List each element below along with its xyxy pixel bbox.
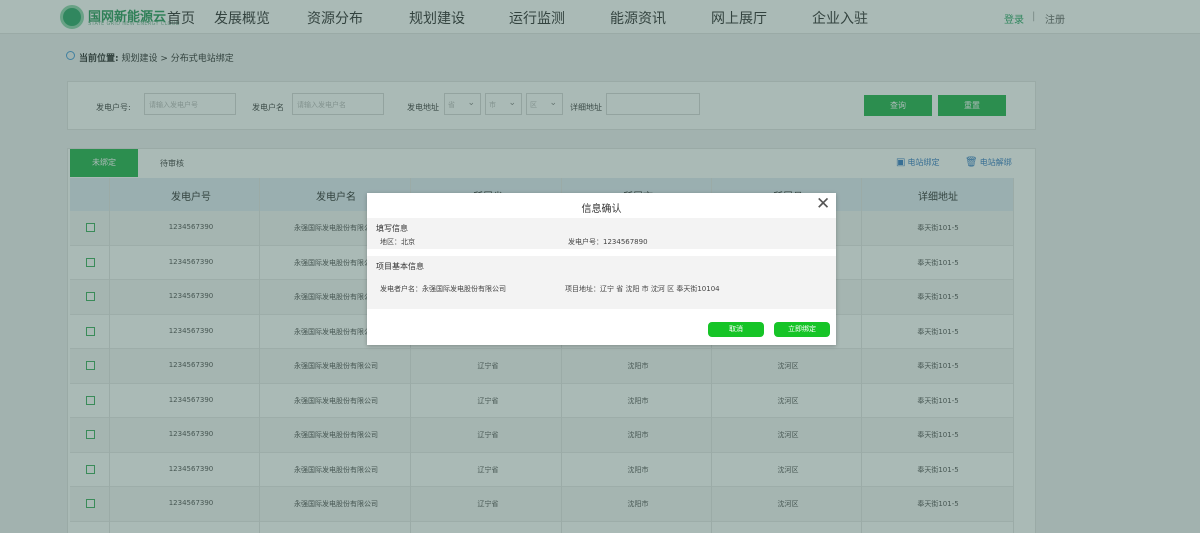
project-address-text: 项目地址：辽宁 省 沈阳 市 沈河 区 奉天街10104 [565,285,720,293]
bind-now-button[interactable]: 立即绑定 [774,322,830,337]
region-text: 地区：北京 [380,238,415,246]
project-info-heading: 项目基本信息 [376,262,424,271]
account-text: 发电户号：1234567890 [568,238,648,246]
dialog-title: 信息确认 [581,204,622,215]
cancel-button[interactable]: 取消 [708,322,764,337]
owner-name-text: 发电者户名：永强国际发电股份有限公司 [380,285,506,293]
filled-info-heading: 填写信息 [376,224,408,233]
confirm-dialog: 信息确认 ✕ 填写信息 地区：北京 发电户号：1234567890 项目基本信息… [367,193,836,345]
project-info-section: 项目基本信息 发电者户名：永强国际发电股份有限公司 项目地址：辽宁 省 沈阳 市… [367,256,836,309]
close-icon[interactable]: ✕ [816,194,830,214]
filled-info-section: 填写信息 地区：北京 发电户号：1234567890 [367,218,836,249]
